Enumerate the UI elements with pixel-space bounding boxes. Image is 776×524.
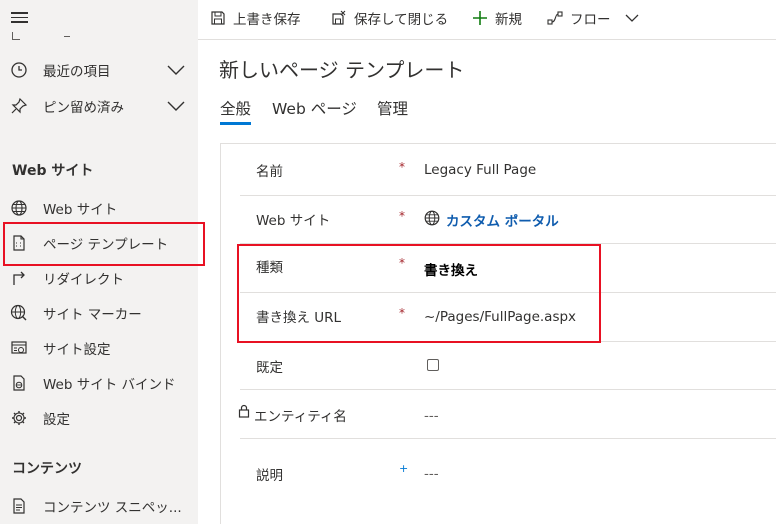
- tab-general[interactable]: 全般: [220, 97, 251, 119]
- site-settings-icon: [11, 341, 27, 354]
- default-checkbox[interactable]: [427, 359, 439, 371]
- flow-label: フロー: [570, 12, 611, 28]
- save-close-icon: [332, 10, 346, 25]
- description-field[interactable]: ---: [424, 466, 439, 482]
- sidebar-item-label: 最近の項目: [43, 64, 111, 80]
- save-and-close-button[interactable]: 保存して閉じる: [331, 0, 448, 36]
- website-binding-icon: [13, 375, 25, 391]
- sidebar-item-label: サイト設定: [43, 342, 111, 358]
- flow-icon: [547, 11, 563, 25]
- globe-icon: [424, 210, 440, 226]
- new-button[interactable]: 新規: [472, 0, 522, 36]
- sidebar-item-label: 設定: [43, 412, 70, 428]
- required-indicator: *: [399, 160, 405, 174]
- save-close-label: 保存して閉じる: [354, 12, 449, 28]
- home-icon: [12, 32, 20, 40]
- sidebar-item-pinned[interactable]: ピン留め済み: [0, 89, 198, 123]
- sidebar-item-recent[interactable]: 最近の項目: [0, 53, 198, 87]
- plus-icon: [473, 11, 487, 25]
- lock-icon: [238, 404, 250, 418]
- sidebar-item-website-binding[interactable]: Web サイト バインド: [0, 366, 198, 400]
- chevron-down-icon[interactable]: [167, 63, 185, 77]
- globe-marker-icon: [10, 304, 27, 321]
- row-divider: [240, 195, 776, 196]
- active-tab-indicator: [220, 122, 251, 125]
- sidebar-item-label: サイト マーカー: [43, 307, 142, 323]
- page-title: 新しいページ テンプレート: [219, 58, 465, 82]
- command-bar: 上書き保存 保存して閉じる 新規 フロー: [198, 0, 776, 40]
- redirect-icon: [13, 271, 25, 285]
- sidebar-item-label: コンテンツ スニペッ...: [43, 500, 182, 516]
- field-label-description: 説明: [256, 468, 283, 484]
- sidebar-item-label: リダイレクト: [43, 272, 124, 288]
- highlight-annotation-sidebar: [3, 222, 205, 266]
- sidebar-item-site-marker[interactable]: サイト マーカー: [0, 296, 198, 330]
- sidebar-section-web: Web サイト: [12, 163, 94, 179]
- tab-admin[interactable]: 管理: [377, 97, 408, 119]
- save-label: 上書き保存: [233, 12, 301, 28]
- tab-web-pages[interactable]: Web ページ: [272, 97, 357, 119]
- sidebar-item-redirect[interactable]: リダイレクト: [0, 261, 198, 295]
- scroll-cut-decoration: [64, 34, 70, 37]
- new-label: 新規: [495, 12, 522, 28]
- field-label-website: Web サイト: [256, 213, 331, 229]
- name-field[interactable]: Legacy Full Page: [424, 162, 536, 178]
- hamburger-menu-icon[interactable]: [10, 9, 30, 27]
- row-divider: [240, 389, 776, 390]
- sidebar-item-content-snippets[interactable]: コンテンツ スニペッ...: [0, 489, 198, 523]
- sidebar-section-content: コンテンツ: [12, 461, 82, 477]
- sidebar-item-settings[interactable]: 設定: [0, 401, 198, 435]
- row-divider: [240, 438, 776, 439]
- recommended-indicator: +: [399, 462, 409, 475]
- gear-icon: [12, 411, 26, 425]
- sidebar-item-label: Web サイト バインド: [43, 377, 176, 393]
- required-indicator: *: [399, 209, 405, 223]
- sidebar-item-website[interactable]: Web サイト: [0, 191, 198, 225]
- save-icon: [211, 11, 225, 25]
- clock-icon: [11, 62, 27, 78]
- entity-name-field: ---: [424, 408, 439, 424]
- field-label-entity-name: エンティティ名: [254, 409, 347, 425]
- snippet-icon: [13, 498, 25, 514]
- chevron-down-icon[interactable]: [625, 13, 639, 23]
- field-label-default: 既定: [256, 360, 283, 376]
- flow-button[interactable]: フロー: [547, 0, 639, 36]
- sidebar-item-label: ピン留め済み: [43, 100, 124, 116]
- globe-icon: [11, 200, 27, 216]
- highlight-annotation-form: [237, 244, 601, 343]
- save-button[interactable]: 上書き保存: [210, 0, 301, 36]
- chevron-down-icon[interactable]: [167, 99, 185, 113]
- sidebar-item-site-settings[interactable]: サイト設定: [0, 331, 198, 365]
- pin-icon: [11, 97, 28, 114]
- sidebar-item-label: Web サイト: [43, 202, 118, 218]
- website-lookup-link[interactable]: カスタム ポータル: [446, 210, 559, 230]
- field-label-name: 名前: [256, 164, 283, 180]
